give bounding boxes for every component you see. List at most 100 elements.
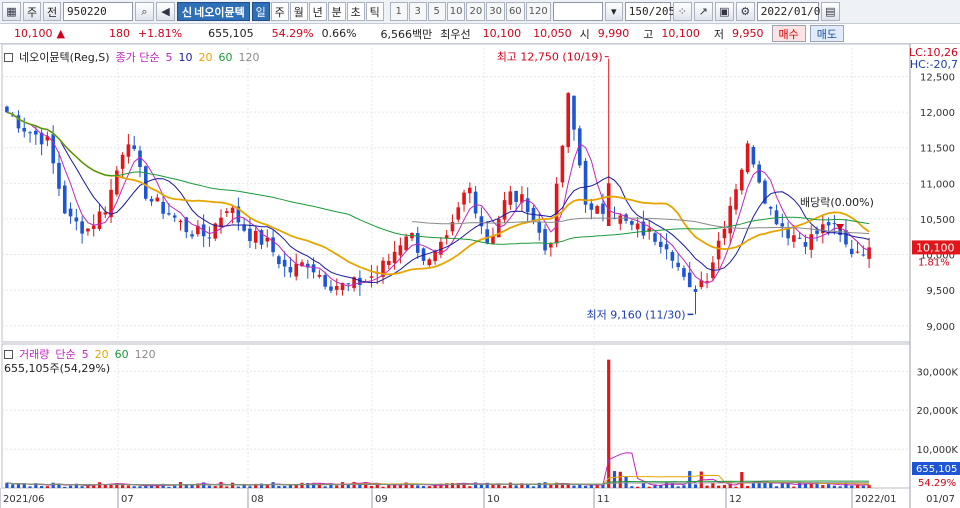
candle-body [589, 203, 594, 210]
candle-body [149, 198, 154, 202]
period-dropdown[interactable]: ▾ [604, 2, 623, 21]
current-price-label: 10,100 [916, 241, 955, 254]
volume-bar [792, 486, 796, 488]
stock-name-badge[interactable]: 신 네오이뮨텍 [177, 2, 250, 21]
candle-body [161, 201, 165, 214]
volume-bar [693, 484, 698, 488]
candle-body [832, 223, 837, 225]
candle-body [849, 248, 854, 255]
candle-body [751, 146, 756, 165]
volume-ma-legend: 5 20 60 120 [82, 348, 156, 361]
price-ma-60: 60 [218, 50, 233, 64]
period-tab-2[interactable]: 월 [289, 2, 308, 21]
volume-bar [705, 485, 709, 488]
candle-body [792, 235, 796, 242]
minute-button-1[interactable]: 1 [389, 2, 408, 21]
volume-current-value: 655,105 [916, 464, 957, 475]
high-price: 10,100 [661, 27, 700, 40]
period-tab-4[interactable]: 분 [327, 2, 346, 21]
search-icon[interactable]: ⌕ [135, 2, 154, 21]
candle-body [583, 160, 588, 205]
x-axis-label: 12 [729, 494, 742, 505]
period-tab-0[interactable]: 일 [251, 2, 270, 21]
x-axis-label: 08 [251, 494, 264, 505]
volume-tick-label: 30,000K [916, 367, 958, 378]
candle-body [716, 240, 721, 260]
volume-bar [40, 486, 44, 488]
period-tab-3[interactable]: 년 [308, 2, 327, 21]
price-legend-title: 네오이뮨텍(Reg,S) [19, 51, 110, 64]
volume-bar [618, 471, 622, 488]
volume-current-text: 655,105주(54,29%) [4, 362, 111, 375]
market-select[interactable]: 주 [23, 2, 41, 21]
candle-body [62, 185, 67, 214]
candle-body [606, 183, 611, 227]
minute-button-30[interactable]: 30 [486, 2, 505, 21]
sell-button[interactable]: 매도 [809, 25, 845, 42]
volume-bar [560, 484, 565, 488]
turnover-rate: 0.66% [321, 27, 357, 40]
period-tab-5[interactable]: 초 [346, 2, 365, 21]
speaker-icon[interactable]: ◀ [156, 2, 175, 21]
volume-value: 655,105 [208, 27, 254, 40]
volume-bar [340, 482, 345, 488]
candle-body [861, 254, 866, 256]
minute-button-60[interactable]: 60 [505, 2, 525, 21]
bar-count-input[interactable]: 150/205 [624, 2, 675, 21]
candle-body [566, 93, 570, 148]
link-icon[interactable]: ↗ [693, 2, 713, 21]
period-tab-1[interactable]: 주 [270, 2, 289, 21]
custom-period-input[interactable] [552, 2, 603, 21]
volume-panel-border [1, 343, 911, 489]
buy-button[interactable]: 매수 [771, 25, 806, 42]
minute-button-3[interactable]: 3 [408, 2, 427, 21]
volume-bar [786, 483, 790, 488]
minute-button-20[interactable]: 20 [466, 2, 486, 21]
best-quote-label: 최우선 [440, 27, 471, 41]
volume-bar [230, 482, 235, 488]
candle-body [277, 256, 281, 265]
candle-body [693, 289, 698, 292]
ma-line-60 [6, 111, 870, 245]
save-icon[interactable]: ▣ [714, 2, 734, 21]
chart-type-icon[interactable]: ▦ [2, 2, 21, 21]
gear-icon[interactable]: ⚙ [735, 2, 755, 21]
candle-body [323, 275, 327, 287]
x-axis-label: 07 [121, 494, 134, 505]
volume-ma-60: 60 [114, 347, 129, 361]
x-axis-label: 2022/01 [855, 494, 897, 505]
price-volume-chart[interactable]: 9,0009,50010,00010,50011,00011,50012,000… [0, 43, 960, 508]
candle-body [745, 143, 750, 173]
high-annotation: 최고 12,750 (10/19) [497, 51, 603, 64]
prefix-button[interactable]: 전 [43, 2, 61, 21]
volume-bar [294, 484, 298, 488]
x-axis-label: 2021/06 [3, 494, 45, 505]
calendar-icon[interactable]: ▤ [820, 2, 840, 21]
x-axis-label: 10 [487, 494, 500, 505]
candle-body [224, 211, 229, 214]
candle-body [768, 206, 773, 209]
chart-area[interactable]: 9,000 9,500 10,000 10,500 11,000 11,500 12,000… [0, 43, 960, 508]
volume-bar [225, 486, 229, 488]
grid-icon[interactable]: ⁘ [672, 2, 692, 21]
volume-bar [659, 485, 663, 488]
candle-body [757, 164, 761, 183]
period-tab-6[interactable]: 틱 [365, 2, 384, 21]
trade-amount: 6,566백만 [380, 27, 433, 41]
candle-body [103, 212, 108, 215]
volume-bar [5, 482, 9, 488]
stock-code-input[interactable]: 950220 [63, 2, 133, 21]
minute-button-5[interactable]: 5 [427, 2, 446, 21]
candle-body [670, 252, 675, 261]
candle-body [543, 229, 547, 251]
candle-body [5, 106, 9, 113]
date-input[interactable]: 2022/01/07 [756, 2, 827, 21]
volume-bar [207, 485, 212, 488]
candle-body [855, 251, 860, 253]
legend-box-icon [4, 52, 13, 62]
minute-button-10[interactable]: 10 [446, 2, 466, 21]
volume-bar [80, 486, 84, 488]
minute-button-120[interactable]: 120 [525, 2, 551, 21]
candle-body [462, 192, 466, 205]
quote-bar: 10,100 ▲ 180 +1.81% 655,105 54.29% 0.66%… [0, 24, 960, 44]
